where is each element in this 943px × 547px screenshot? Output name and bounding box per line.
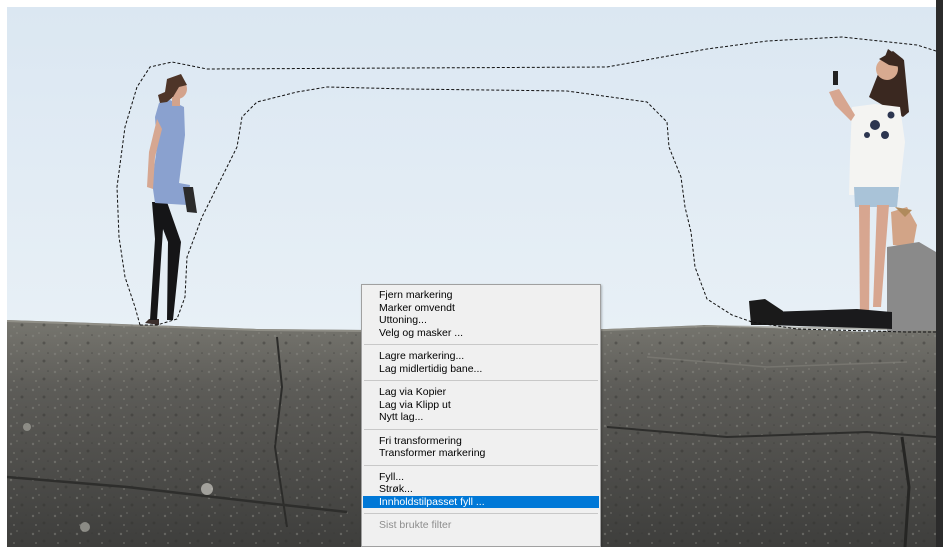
menu-item-velg-og-masker[interactable]: Velg og masker ... xyxy=(362,327,600,340)
menu-separator xyxy=(364,513,598,514)
menu-item-marker-omvendt[interactable]: Marker omvendt xyxy=(362,302,600,315)
menu-item-nytt-lag[interactable]: Nytt lag... xyxy=(362,411,600,424)
canvas-top-margin xyxy=(0,0,936,7)
menu-item-innholdstilpasset-fyll[interactable]: Innholdstilpasset fyll ... xyxy=(363,495,599,508)
photo-editor-window: Fjern markering Marker omvendt Uttoning.… xyxy=(0,0,943,547)
menu-item-lag-via-klipp-ut[interactable]: Lag via Klipp ut xyxy=(362,399,600,412)
menu-item-lagre-markering[interactable]: Lagre markering... xyxy=(362,350,600,363)
menu-item-sist-brukte-filter: Sist brukte filter xyxy=(379,519,452,531)
panel-edge xyxy=(936,0,943,547)
canvas-left-margin xyxy=(0,0,7,547)
menu-item-lag-midlertidig-bane[interactable]: Lag midlertidig bane... xyxy=(362,363,600,376)
menu-item-fri-transformering[interactable]: Fri transformering xyxy=(362,435,600,448)
menu-separator xyxy=(364,380,598,381)
menu-item-strok[interactable]: Strøk... xyxy=(362,483,600,496)
menu-separator xyxy=(364,428,598,430)
context-menu: Fjern markering Marker omvendt Uttoning.… xyxy=(361,284,601,547)
menu-item-uttoning[interactable]: Uttoning... xyxy=(362,314,600,327)
menu-item-transformer-markering[interactable]: Transformer markering xyxy=(362,447,600,460)
menu-separator xyxy=(364,464,598,466)
menu-separator xyxy=(364,344,598,345)
menu-item-lag-via-kopier[interactable]: Lag via Kopier xyxy=(362,386,600,399)
menu-item-fjern-markering[interactable]: Fjern markering xyxy=(362,289,600,302)
menu-item-fyll[interactable]: Fyll... xyxy=(362,471,600,484)
